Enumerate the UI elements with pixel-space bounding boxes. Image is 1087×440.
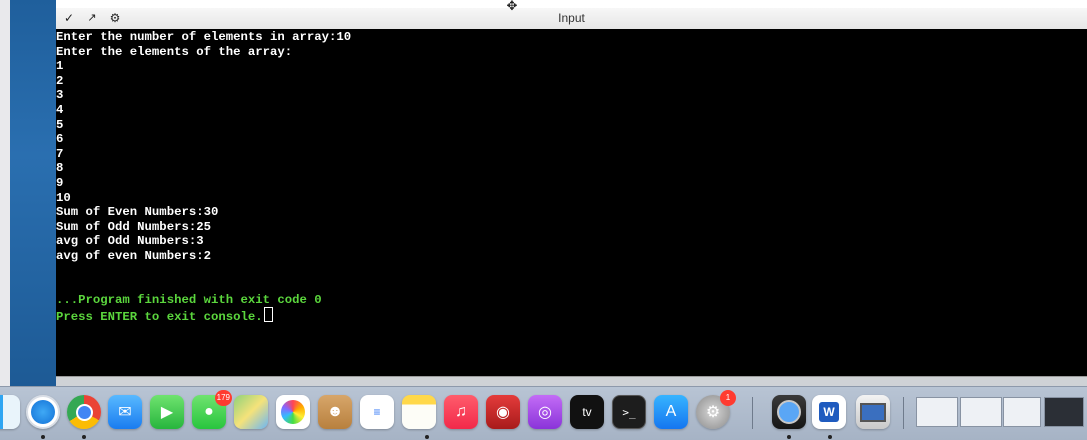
screen-sharing-icon[interactable] [856, 395, 890, 429]
console-output[interactable]: Enter the number of elements in array:10… [56, 29, 1087, 376]
apple-tv-icon[interactable]: tv [570, 395, 604, 429]
console-line: 5 [56, 117, 64, 132]
facetime-icon[interactable]: ▶ [150, 395, 184, 429]
podcasts-icon[interactable]: ◎ [528, 395, 562, 429]
console-title-bar: ✓ ↗ ⚙ Input [56, 8, 1087, 30]
app-store-icon[interactable]: A [654, 395, 688, 429]
move-cursor-icon: ✥ [506, 0, 518, 13]
running-indicator [82, 435, 86, 439]
apple-tv-label: tv [582, 405, 592, 419]
photos-icon[interactable] [276, 395, 310, 429]
window-thumbnail-icon[interactable] [1003, 397, 1041, 427]
system-preferences-icon[interactable]: ⚙ 1 [696, 390, 736, 429]
window-thumbnail-icon[interactable] [960, 397, 1002, 427]
press-enter-text: Press ENTER to exit console. [56, 310, 263, 325]
safari-icon[interactable] [26, 395, 60, 429]
dock-separator [903, 397, 904, 429]
reminders-icon[interactable]: ≡ [360, 395, 394, 429]
console-line: 10 [56, 190, 71, 205]
messages-badge: 179 [214, 390, 232, 406]
console-title: Input [558, 11, 585, 25]
contacts-icon[interactable]: ☻ [318, 395, 352, 429]
window-thumbnail-icon[interactable] [916, 397, 958, 427]
word-label: W [819, 402, 839, 422]
window-thumbnail-icon[interactable] [1044, 397, 1084, 427]
running-indicator [41, 435, 45, 439]
notes-icon[interactable] [402, 395, 436, 429]
console-line: 8 [56, 161, 64, 176]
chrome-icon[interactable] [67, 395, 101, 429]
terminal-icon[interactable]: >_ [612, 395, 646, 429]
press-enter-line: Press ENTER to exit console. [56, 307, 1087, 325]
text-cursor [263, 307, 273, 323]
console-line: 6 [56, 132, 64, 147]
exit-status-line: ...Program finished with exit code 0 [56, 292, 322, 307]
photo-booth-icon[interactable]: ◉ [486, 395, 520, 429]
console-line: 1 [56, 59, 64, 74]
console-line: avg of Odd Numbers:3 [56, 234, 204, 249]
console-line: avg of even Numbers:2 [56, 248, 211, 263]
quicktime-icon[interactable] [772, 395, 806, 429]
console-line: Enter the number of elements in array:10 [56, 30, 352, 44]
console-line: 7 [56, 146, 64, 161]
mail-icon[interactable]: ✉ [108, 395, 142, 429]
console-line: 9 [56, 175, 64, 190]
console-line: 2 [56, 73, 64, 88]
finder-icon[interactable] [0, 395, 20, 429]
top-bar [56, 0, 1087, 8]
dock: ✉ ▶ ● 179 ☻ ≡ ♫ ◉ ◎ tv >_ A ⚙ 1 W [0, 386, 1087, 440]
running-indicator [828, 435, 832, 439]
desktop-edge [0, 0, 10, 388]
dock-separator [752, 397, 753, 429]
console-line: 3 [56, 88, 64, 103]
console-line: Enter the elements of the array: [56, 44, 293, 59]
word-icon[interactable]: W [812, 395, 846, 429]
console-line: Sum of Even Numbers:30 [56, 205, 219, 220]
running-indicator [425, 435, 429, 439]
messages-icon[interactable]: ● 179 [192, 390, 232, 429]
music-icon[interactable]: ♫ [444, 395, 478, 429]
system-preferences-badge: 1 [720, 390, 736, 406]
maps-icon[interactable] [234, 395, 268, 429]
running-indicator [787, 435, 791, 439]
console-line: Sum of Odd Numbers:25 [56, 219, 211, 234]
console-line: 4 [56, 102, 64, 117]
